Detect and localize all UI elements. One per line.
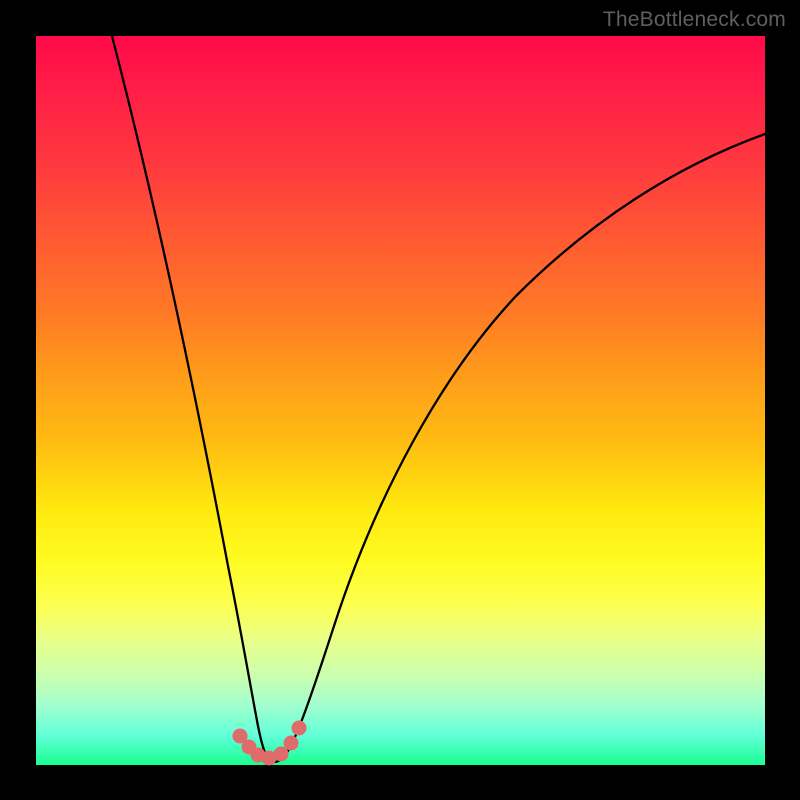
chart-frame: TheBottleneck.com	[0, 0, 800, 800]
curve-layer	[36, 36, 765, 765]
bottleneck-curve	[112, 36, 765, 762]
plot-area	[36, 36, 765, 765]
watermark-text: TheBottleneck.com	[603, 8, 786, 32]
valley-markers	[233, 721, 307, 766]
